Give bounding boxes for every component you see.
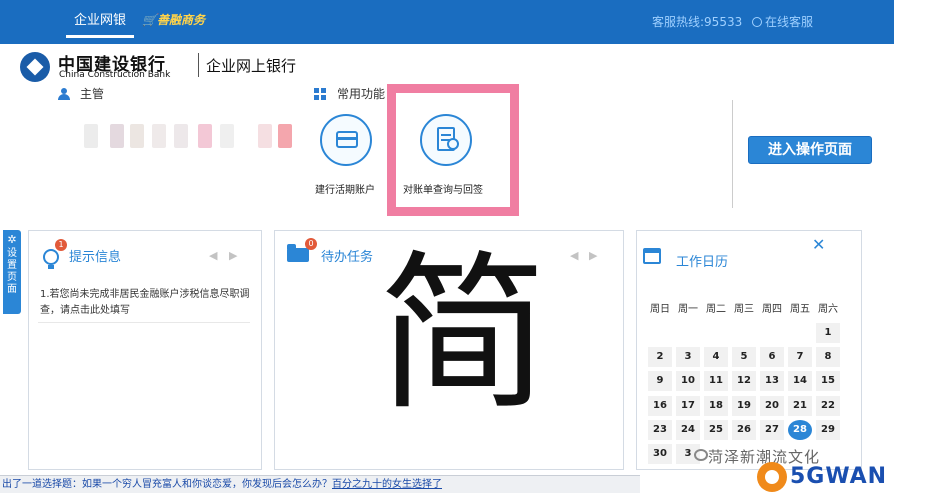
calendar-day[interactable]: 8 <box>816 347 840 368</box>
calendar-day[interactable]: 29 <box>816 419 840 440</box>
wechat-icon <box>694 449 708 461</box>
calendar-weekday: 周六 <box>818 304 838 315</box>
calendar-weekday: 周日 <box>650 304 670 315</box>
calendar-day[interactable]: 1 <box>816 323 840 343</box>
status-link[interactable]: 百分之九十的女生选择了 <box>332 479 442 490</box>
calendar-day[interactable]: 28 <box>788 419 812 440</box>
calendar-day[interactable]: 24 <box>676 419 700 440</box>
top-nav-bar: 企业网银 🛒善融商务 客服热线:95533 在线客服 <box>0 0 926 44</box>
common-functions-label: 常用功能 <box>337 87 386 101</box>
calendar-day[interactable]: 11 <box>704 371 728 392</box>
calendar-day[interactable]: 17 <box>676 395 700 416</box>
calendar-day[interactable]: 18 <box>704 395 728 416</box>
highlight-box <box>387 84 519 216</box>
folder-icon <box>287 244 309 262</box>
grid-icon <box>314 88 326 100</box>
calendar-day[interactable]: 23 <box>648 419 672 440</box>
side-tab-label: 设置页面 <box>7 248 17 295</box>
service-hotline: 客服热线:95533 <box>652 15 743 29</box>
settings-side-tab[interactable]: ✲ 设置页面 <box>3 230 21 314</box>
site-logo-text: 5GWAN <box>790 464 888 489</box>
next-arrow-icon[interactable]: ▶ <box>589 249 597 262</box>
calendar-day[interactable]: 19 <box>732 395 756 416</box>
shop-link[interactable]: 🛒善融商务 <box>142 11 205 28</box>
user-icon <box>752 17 762 27</box>
calendar-day[interactable]: 15 <box>816 371 840 392</box>
calendar-day[interactable]: 6 <box>760 347 784 368</box>
manager-label: 主管 <box>80 87 105 101</box>
calendar-title: 工作日历 <box>676 255 729 270</box>
window-edge <box>894 0 926 44</box>
calendar-day[interactable]: 30 <box>648 444 672 464</box>
calendar-weekday: 周五 <box>790 304 810 315</box>
function-circle <box>320 114 372 166</box>
bank-card-icon <box>336 131 358 148</box>
calendar-day[interactable]: 4 <box>704 347 728 368</box>
calendar-weekday: 周四 <box>762 304 782 315</box>
tab-enterprise-banking[interactable]: 企业网银 <box>66 8 134 38</box>
notice-panel-title: 提示信息 <box>69 250 122 265</box>
function-label: 建行活期账户 <box>315 185 375 196</box>
notice-item[interactable]: 1.若您尚未完成非居民金融账户涉税信息尽职调查，请点击此处填写 <box>40 287 250 319</box>
divider <box>38 322 250 323</box>
calendar-day[interactable]: 26 <box>732 419 756 440</box>
logo-divider <box>198 53 199 77</box>
enter-operation-button[interactable]: 进入操作页面 <box>748 136 872 164</box>
status-text: 出了一道选择题：如果一个穷人冒充富人和你谈恋爱，你发现后会怎么办？ <box>2 479 332 490</box>
calendar-icon <box>643 248 661 264</box>
site-logo-icon <box>757 462 787 492</box>
status-bar: 出了一道选择题：如果一个穷人冒充富人和你谈恋爱，你发现后会怎么办？百分之九十的女… <box>0 475 640 493</box>
gear-icon: ✲ <box>7 233 17 246</box>
overlay-character: 简 <box>378 236 549 434</box>
online-service-label: 在线客服 <box>765 15 814 29</box>
calendar-day[interactable]: 20 <box>760 395 784 416</box>
user-icon <box>58 88 70 100</box>
calendar-day[interactable]: 14 <box>788 371 812 392</box>
calendar-day[interactable]: 2 <box>648 347 672 368</box>
prev-arrow-icon[interactable]: ◀ <box>209 249 217 262</box>
calendar-weekday: 周二 <box>706 304 726 315</box>
calendar-day[interactable]: 12 <box>732 371 756 392</box>
calendar-day[interactable]: 22 <box>816 395 840 416</box>
ccb-logo-icon <box>20 52 50 82</box>
product-title: 企业网上银行 <box>206 57 297 75</box>
prev-arrow-icon[interactable]: ◀ <box>570 249 578 262</box>
lightbulb-icon <box>43 249 59 269</box>
calendar-day[interactable]: 3 <box>676 347 700 368</box>
divider <box>732 100 733 208</box>
online-service-link[interactable]: 在线客服 <box>752 13 813 30</box>
calendar-weekday: 周一 <box>678 304 698 315</box>
calendar-day[interactable]: 9 <box>648 371 672 392</box>
calendar-day[interactable]: 25 <box>704 419 728 440</box>
bank-name-en: China Construction Bank <box>59 70 171 80</box>
calendar-day[interactable]: 5 <box>732 347 756 368</box>
next-arrow-icon[interactable]: ▶ <box>229 249 237 262</box>
close-icon[interactable]: ✕ <box>812 235 825 254</box>
task-count-badge: 0 <box>305 238 317 250</box>
calendar-day[interactable]: 27 <box>760 419 784 440</box>
calendar-day[interactable]: 10 <box>676 371 700 392</box>
calendar-day[interactable]: 16 <box>648 395 672 416</box>
calendar-day[interactable]: 21 <box>788 395 812 416</box>
tasks-panel-title: 待办任务 <box>321 250 374 265</box>
notice-panel <box>28 230 262 470</box>
notice-count-badge: 1 <box>55 239 67 251</box>
shop-link-label: 善融商务 <box>156 13 205 27</box>
calendar-weekday: 周三 <box>734 304 754 315</box>
calendar-day[interactable]: 13 <box>760 371 784 392</box>
cart-icon: 🛒 <box>142 13 157 27</box>
calendar-day[interactable]: 7 <box>788 347 812 368</box>
